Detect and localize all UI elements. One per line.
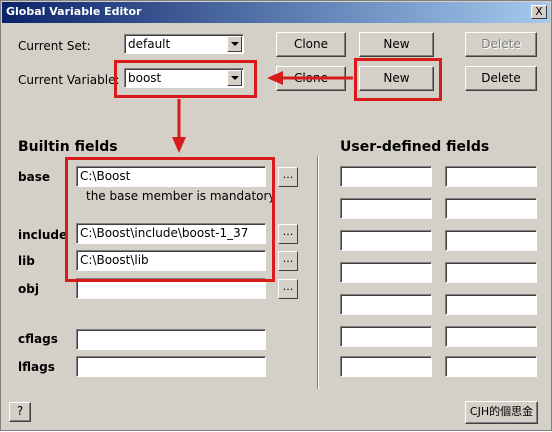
variable-delete-button[interactable]: Delete [465, 66, 537, 91]
arrow-variable-to-fields [172, 99, 186, 153]
include-label: include [18, 228, 68, 242]
include-browse-button[interactable]: ... [278, 224, 298, 244]
chevron-down-icon[interactable] [227, 36, 242, 52]
set-delete-button[interactable]: Delete [465, 32, 537, 57]
cflags-field[interactable] [76, 329, 266, 350]
global-variable-editor-window: Global Variable Editor X Current Set: de… [0, 0, 552, 431]
set-clone-button[interactable]: Clone [276, 32, 346, 57]
user-field-value[interactable] [445, 166, 537, 187]
user-field-name[interactable] [340, 356, 432, 377]
section-separator [317, 156, 319, 389]
current-set-combo[interactable]: default [124, 34, 244, 54]
user-field-name[interactable] [340, 198, 432, 219]
obj-label: obj [18, 282, 39, 296]
close-button[interactable]: X [531, 5, 547, 19]
current-set-value: default [128, 37, 171, 51]
user-field-value[interactable] [445, 230, 537, 251]
lflags-field[interactable] [76, 356, 266, 377]
variable-clone-button[interactable]: Clone [276, 66, 346, 91]
user-field-value[interactable] [445, 356, 537, 377]
lflags-label: lflags [18, 360, 55, 374]
user-field-value[interactable] [445, 262, 537, 283]
lib-browse-button[interactable]: ... [278, 251, 298, 271]
lib-label: lib [18, 254, 35, 268]
user-field-name[interactable] [340, 326, 432, 347]
base-label: base [18, 170, 50, 184]
help-button[interactable]: ? [9, 402, 31, 422]
current-set-label: Current Set: [18, 39, 91, 53]
user-field-name[interactable] [340, 262, 432, 283]
title-bar: Global Variable Editor X [2, 2, 550, 23]
user-field-name[interactable] [340, 230, 432, 251]
cflags-label: cflags [18, 332, 58, 346]
user-field-value[interactable] [445, 198, 537, 219]
user-field-value[interactable] [445, 294, 537, 315]
user-field-value[interactable] [445, 326, 537, 347]
watermark-button[interactable]: CJH的個思金 [465, 401, 538, 424]
window-title: Global Variable Editor [6, 5, 142, 18]
base-browse-button[interactable]: ... [278, 167, 298, 187]
annotation-variable-highlight [114, 60, 257, 98]
user-field-name[interactable] [340, 166, 432, 187]
annotation-fields-highlight [65, 157, 275, 282]
builtin-fields-title: Builtin fields [18, 139, 118, 155]
set-new-button[interactable]: New [359, 32, 434, 57]
annotation-new-highlight [354, 58, 442, 101]
obj-browse-button[interactable]: ... [278, 279, 298, 299]
user-field-name[interactable] [340, 294, 432, 315]
current-variable-label: Current Variable: [18, 73, 120, 87]
user-defined-fields-title: User-defined fields [340, 139, 490, 155]
